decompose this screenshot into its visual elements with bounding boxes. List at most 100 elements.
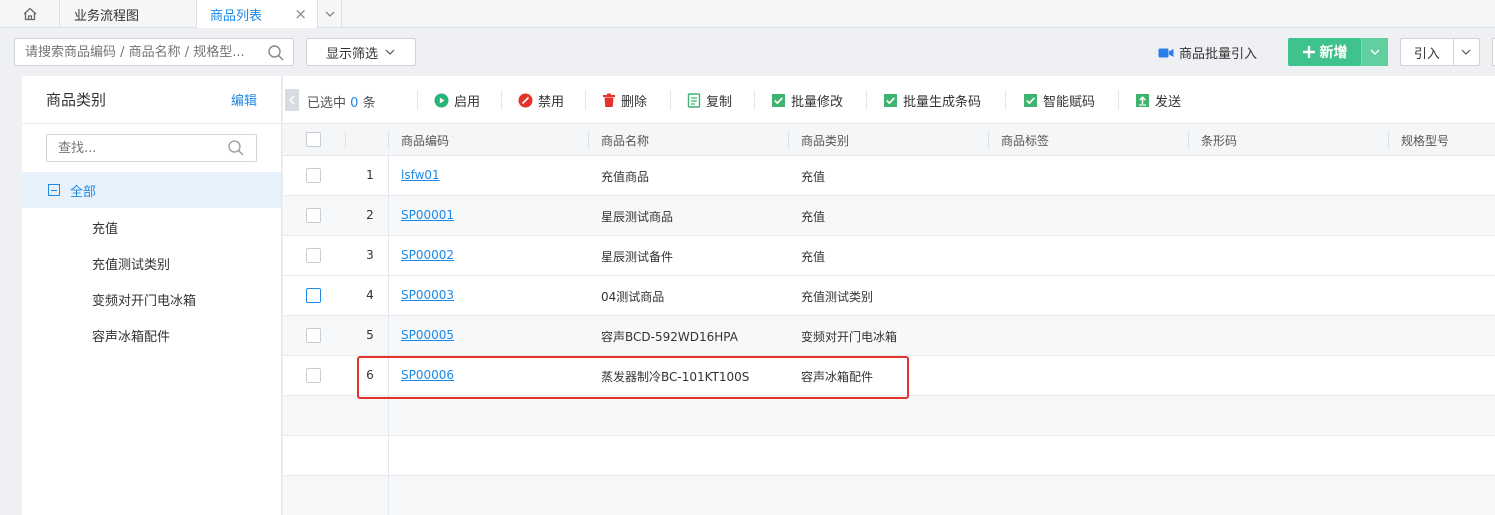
product-code-link[interactable]: SP00006 <box>401 368 454 382</box>
row-checkbox[interactable] <box>306 328 321 343</box>
filter-toggle-label: 显示筛选 <box>325 46 378 62</box>
select-all-checkbox[interactable] <box>306 132 321 147</box>
table-row[interactable]: 5 SP00005 容声BCD-592WD16HPA 变频对开门电冰箱 <box>283 316 1495 356</box>
add-button[interactable]: 新增 <box>1288 38 1362 66</box>
product-code-link[interactable]: lsfw01 <box>401 168 440 182</box>
tab-product-list[interactable]: 商品列表 × <box>197 0 318 28</box>
divider <box>866 90 867 110</box>
column-divider <box>788 132 789 148</box>
row-index: 6 <box>366 368 374 382</box>
column-header-name[interactable]: 商品名称 <box>601 132 649 149</box>
enable-button[interactable]: 启用 <box>434 91 480 110</box>
table-row[interactable]: 4 SP00003 04测试商品 充值测试类别 <box>283 276 1495 316</box>
category-panel: 商品类别 编辑 全部 充值 充值测试类别 变频对开门电冰箱 容声冰箱配件 <box>22 76 282 515</box>
collapse-panel-button[interactable] <box>285 89 299 111</box>
empty-row <box>283 436 1495 476</box>
smart-coding-button[interactable]: 智能赋码 <box>1023 91 1095 110</box>
chevron-down-icon <box>385 49 395 55</box>
empty-row <box>283 396 1495 436</box>
search-icon[interactable] <box>226 138 246 158</box>
product-code-link[interactable]: SP00003 <box>401 288 454 302</box>
selected-suffix: 条 <box>362 96 376 111</box>
import-button[interactable]: 引入 <box>1401 39 1454 65</box>
table-row[interactable]: 1 lsfw01 充值商品 充值 <box>283 156 1495 196</box>
batch-barcode-label: 批量生成条码 <box>903 95 982 110</box>
divider <box>754 90 755 110</box>
import-dropdown-button[interactable] <box>1454 39 1479 65</box>
product-category: 容声冰箱配件 <box>801 370 874 384</box>
tab-business-flow-label: 业务流程图 <box>74 8 140 24</box>
row-checkbox[interactable] <box>306 368 321 383</box>
enable-label: 启用 <box>454 95 481 110</box>
product-category: 充值测试类别 <box>801 290 874 304</box>
tree-node-all[interactable]: 全部 <box>22 172 281 208</box>
row-checkbox[interactable] <box>306 168 321 183</box>
collapse-icon[interactable] <box>48 184 60 196</box>
send-button[interactable]: 发送 <box>1135 91 1181 110</box>
row-checkbox[interactable] <box>306 288 321 303</box>
batch-edit-button[interactable]: 批量修改 <box>771 91 843 110</box>
check-square-icon <box>884 94 897 107</box>
add-button-label: 新增 <box>1319 45 1348 61</box>
column-divider <box>1388 132 1389 148</box>
search-icon[interactable] <box>266 43 286 63</box>
table-header: 商品编码 商品名称 商品类别 商品标签 条形码 规格型号 <box>283 124 1495 156</box>
tree-node-all-label: 全部 <box>70 184 97 200</box>
product-code-link[interactable]: SP00001 <box>401 208 454 222</box>
row-checkbox[interactable] <box>306 248 321 263</box>
product-code-link[interactable]: SP00002 <box>401 248 454 262</box>
column-header-barcode[interactable]: 条形码 <box>1201 132 1237 149</box>
copy-label: 复制 <box>706 95 733 110</box>
tree-node-item[interactable]: 充值 <box>92 218 118 237</box>
column-header-tag[interactable]: 商品标签 <box>1001 132 1049 149</box>
divider <box>670 90 671 110</box>
filter-toggle-button[interactable]: 显示筛选 <box>306 38 416 66</box>
delete-button[interactable]: 删除 <box>602 91 647 110</box>
column-header-code[interactable]: 商品编码 <box>401 132 449 149</box>
table-row[interactable]: 3 SP00002 星辰测试备件 充值 <box>283 236 1495 276</box>
row-index: 1 <box>366 168 374 182</box>
row-index: 2 <box>366 208 374 222</box>
tab-more-button[interactable] <box>318 0 342 28</box>
send-label: 发送 <box>1155 95 1182 110</box>
product-name: 04测试商品 <box>601 290 665 304</box>
copy-icon <box>687 93 701 108</box>
product-name: 星辰测试备件 <box>601 250 674 264</box>
column-header-category[interactable]: 商品类别 <box>801 132 849 149</box>
batch-edit-label: 批量修改 <box>791 95 844 110</box>
copy-button[interactable]: 复制 <box>687 91 732 110</box>
row-checkbox[interactable] <box>306 208 321 223</box>
category-edit-link[interactable]: 编辑 <box>231 90 257 109</box>
product-code-link[interactable]: SP00005 <box>401 328 454 342</box>
table-row[interactable]: 6 SP00006 蒸发器制冷BC-101KT100S 容声冰箱配件 <box>283 356 1495 396</box>
tab-business-flow[interactable]: 业务流程图 <box>60 0 197 28</box>
column-header-spec[interactable]: 规格型号 <box>1401 132 1449 149</box>
search-input[interactable] <box>14 38 294 66</box>
product-category: 充值 <box>801 210 826 224</box>
trash-icon <box>603 93 615 107</box>
home-icon <box>23 7 36 21</box>
close-icon[interactable]: × <box>294 5 307 23</box>
batch-barcode-button[interactable]: 批量生成条码 <box>883 91 981 110</box>
check-square-icon <box>772 94 785 107</box>
product-category: 充值 <box>801 170 826 184</box>
chevron-left-icon <box>289 95 295 105</box>
import-button-group: 引入 <box>1400 38 1480 66</box>
disable-button[interactable]: 禁用 <box>518 91 564 110</box>
column-divider <box>1188 132 1189 148</box>
tab-home[interactable] <box>0 0 60 28</box>
add-button-group: 新增 <box>1288 38 1388 66</box>
table-row[interactable]: 2 SP00001 星辰测试商品 充值 <box>283 196 1495 236</box>
product-name: 蒸发器制冷BC-101KT100S <box>601 370 750 384</box>
product-category: 变频对开门电冰箱 <box>801 330 898 344</box>
column-divider <box>345 132 346 148</box>
smart-coding-label: 智能赋码 <box>1043 95 1096 110</box>
column-divider <box>988 132 989 148</box>
row-index: 3 <box>366 248 374 262</box>
product-name: 充值商品 <box>601 170 650 184</box>
add-dropdown-button[interactable] <box>1362 38 1388 66</box>
tree-node-item[interactable]: 充值测试类别 <box>92 254 170 273</box>
tree-node-item[interactable]: 容声冰箱配件 <box>92 326 170 345</box>
tree-node-item[interactable]: 变频对开门电冰箱 <box>92 290 196 309</box>
batch-import-button[interactable]: 商品批量引入 <box>1158 43 1257 62</box>
